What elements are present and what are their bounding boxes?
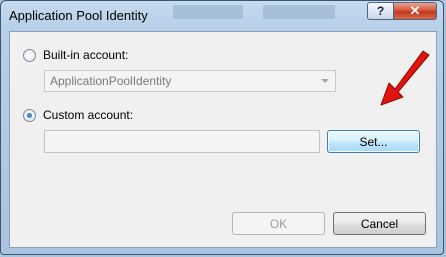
close-button[interactable]: ✕: [393, 2, 437, 20]
set-button-label: Set...: [359, 134, 388, 149]
dialog-window: Application Pool Identity ? ✕ Built-in a…: [0, 0, 444, 255]
cancel-button[interactable]: Cancel: [333, 212, 426, 235]
combo-value: ApplicationPoolIdentity: [50, 74, 172, 88]
red-arrow-icon: [380, 50, 430, 106]
builtin-account-radio[interactable]: [23, 49, 36, 62]
chevron-down-icon: [321, 79, 329, 83]
custom-account-label: Custom account:: [43, 108, 134, 122]
close-icon: ✕: [409, 3, 421, 18]
ok-button[interactable]: OK: [232, 212, 325, 235]
set-button[interactable]: Set...: [327, 130, 420, 153]
builtin-account-label: Built-in account:: [43, 48, 129, 62]
help-button[interactable]: ?: [367, 2, 394, 20]
custom-account-field[interactable]: [44, 130, 320, 153]
help-icon: ?: [376, 4, 385, 18]
builtin-account-combo[interactable]: ApplicationPoolIdentity: [44, 70, 336, 92]
cancel-button-label: Cancel: [360, 216, 399, 231]
window-title: Application Pool Identity: [9, 8, 148, 23]
ok-button-label: OK: [269, 216, 288, 231]
custom-account-radio[interactable]: [23, 109, 36, 122]
title-bar-background-strip: [173, 5, 243, 19]
title-bar-background-strip: [263, 5, 335, 19]
title-bar[interactable]: Application Pool Identity ? ✕: [1, 1, 443, 31]
